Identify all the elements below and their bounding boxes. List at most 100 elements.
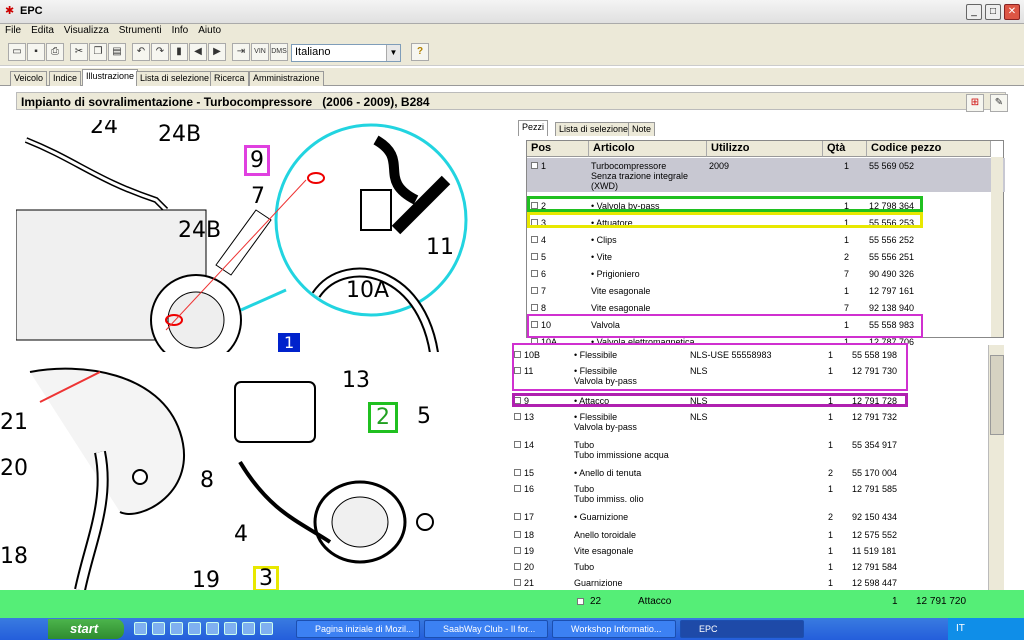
tab-lista-di-selezione[interactable]: Lista di selezione xyxy=(555,122,633,136)
back-arrow-icon[interactable]: ◀ xyxy=(189,43,207,61)
callout-21[interactable]: 21 xyxy=(0,410,28,435)
callout-8[interactable]: 8 xyxy=(200,468,214,493)
callout-5[interactable]: 5 xyxy=(417,404,431,429)
quicklaunch-icon[interactable] xyxy=(224,622,237,635)
row-checkbox[interactable] xyxy=(514,513,521,520)
table-row[interactable]: 17 • Guarnizione 2 92 150 434 xyxy=(510,509,988,525)
menu-visualizza[interactable]: Visualizza xyxy=(59,24,114,37)
row-checkbox[interactable] xyxy=(514,485,521,492)
scrollbar[interactable] xyxy=(991,157,1003,337)
table-row[interactable]: 19 Vite esagonale 1 11 519 181 xyxy=(510,543,988,559)
dms-button[interactable]: DMS xyxy=(270,43,288,61)
row-checkbox[interactable] xyxy=(514,563,521,570)
language-indicator[interactable]: IT xyxy=(956,623,965,634)
menu-edita[interactable]: Edita xyxy=(26,24,59,37)
col-utilizzo[interactable]: Utilizzo xyxy=(707,141,823,157)
callout-2[interactable]: 2 xyxy=(368,402,398,433)
col-codice[interactable]: Codice pezzo xyxy=(867,141,991,157)
quicklaunch-icon[interactable] xyxy=(188,622,201,635)
row-checkbox[interactable] xyxy=(514,579,521,586)
help-icon[interactable]: ? xyxy=(411,43,429,61)
quicklaunch-icon[interactable] xyxy=(260,622,273,635)
table-row[interactable]: 18 Anello toroidale 1 12 575 552 xyxy=(510,527,988,543)
open-icon[interactable]: ▭ xyxy=(8,43,26,61)
row-checkbox[interactable] xyxy=(531,304,538,311)
bookmark-icon[interactable]: ▮ xyxy=(170,43,188,61)
callout-24b-top[interactable]: 24B xyxy=(158,122,201,147)
menu-aiuto[interactable]: Aiuto xyxy=(193,24,226,37)
menu-info[interactable]: Info xyxy=(167,24,194,37)
tab-veicolo[interactable]: Veicolo xyxy=(10,71,48,86)
scrollbar-zoom[interactable] xyxy=(988,345,1004,590)
callout-11[interactable]: 11 xyxy=(426,235,454,260)
callout-18[interactable]: 18 xyxy=(0,544,28,569)
quicklaunch-icon[interactable] xyxy=(206,622,219,635)
language-select[interactable]: Italiano ▼ xyxy=(291,44,401,62)
col-pos[interactable]: Pos xyxy=(527,141,589,157)
col-qta[interactable]: Qtà xyxy=(823,141,867,157)
start-button[interactable]: start xyxy=(48,619,124,639)
print-icon[interactable]: ⎙ xyxy=(46,43,64,61)
minimize-button[interactable]: _ xyxy=(966,4,982,20)
table-row[interactable]: 4 • Clips 1 55 556 252 xyxy=(527,232,1005,248)
maximize-button[interactable]: □ xyxy=(985,4,1001,20)
add-to-list-icon[interactable]: ⊞ xyxy=(966,94,984,112)
redo-icon[interactable]: ↷ xyxy=(151,43,169,61)
row-checkbox[interactable] xyxy=(531,270,538,277)
tab-pezzi[interactable]: Pezzi xyxy=(518,120,549,136)
row-checkbox[interactable] xyxy=(514,531,521,538)
row-checkbox[interactable] xyxy=(531,253,538,260)
callout-24[interactable]: 24 xyxy=(90,120,118,139)
table-row[interactable]: 5 • Vite 2 55 556 251 xyxy=(527,249,1005,265)
menu-strumenti[interactable]: Strumenti xyxy=(114,24,167,37)
tab-lista-selezione[interactable]: Lista di selezione xyxy=(136,71,214,86)
edit-note-icon[interactable]: ✎ xyxy=(990,94,1008,112)
tab-note[interactable]: Note xyxy=(628,122,656,136)
quicklaunch-icon[interactable] xyxy=(170,622,183,635)
undo-icon[interactable]: ↶ xyxy=(132,43,150,61)
table-row[interactable]: 14 Tubo Tubo immissione acqua 1 55 354 917 xyxy=(510,437,988,461)
row-checkbox[interactable] xyxy=(531,162,538,169)
table-row[interactable]: 21 Guarnizione 1 12 598 447 xyxy=(510,575,988,591)
save-icon[interactable]: ▪ xyxy=(27,43,45,61)
table-row[interactable]: 16 Tubo Tubo immiss. olio 1 12 791 585 xyxy=(510,481,988,505)
table-row[interactable]: 1 Turbocompressore Senza trazione integra… xyxy=(527,158,1005,192)
task-mozilla[interactable]: Pagina iniziale di Mozil... xyxy=(296,620,420,638)
task-workshop[interactable]: Workshop Informatio... xyxy=(552,620,676,638)
paste-icon[interactable]: ▤ xyxy=(108,43,126,61)
menu-file[interactable]: File xyxy=(0,24,26,37)
tab-amministrazione[interactable]: Amministrazione xyxy=(249,71,324,86)
scroll-thumb[interactable] xyxy=(990,355,1004,435)
callout-13[interactable]: 13 xyxy=(342,368,370,393)
callout-10a[interactable]: 10A xyxy=(346,278,389,303)
row-checkbox[interactable] xyxy=(514,413,521,420)
quicklaunch-icon[interactable] xyxy=(134,622,147,635)
row-checkbox[interactable] xyxy=(577,598,584,605)
callout-1[interactable]: 1 xyxy=(278,333,301,352)
task-saabway[interactable]: SaabWay Club - Il for... xyxy=(424,620,548,638)
col-articolo[interactable]: Articolo xyxy=(589,141,707,157)
close-button[interactable]: ✕ xyxy=(1004,4,1020,20)
row-checkbox[interactable] xyxy=(514,547,521,554)
row-checkbox[interactable] xyxy=(531,287,538,294)
copy-icon[interactable]: ❐ xyxy=(89,43,107,61)
quicklaunch-icon[interactable] xyxy=(242,622,255,635)
callout-3[interactable]: 3 xyxy=(253,566,279,592)
vin-button[interactable]: VIN xyxy=(251,43,269,61)
table-row[interactable]: 7 Vite esagonale 1 12 797 161 xyxy=(527,283,1005,299)
task-epc[interactable]: EPC xyxy=(680,620,804,638)
table-row[interactable]: 15 • Anello di tenuta 2 55 170 004 xyxy=(510,465,988,481)
table-row[interactable]: 13 • Flessibile Valvola by-pass NLS 1 12 791… xyxy=(510,409,988,433)
row-checkbox[interactable] xyxy=(531,236,538,243)
row-checkbox[interactable] xyxy=(514,469,521,476)
callout-9[interactable]: 9 xyxy=(244,145,270,176)
callout-20[interactable]: 20 xyxy=(0,456,28,481)
quicklaunch-icon[interactable] xyxy=(152,622,165,635)
export-icon[interactable]: ⇥ xyxy=(232,43,250,61)
row-checkbox[interactable] xyxy=(514,441,521,448)
tab-illustrazione[interactable]: Illustrazione xyxy=(82,69,139,86)
cut-icon[interactable]: ✂ xyxy=(70,43,88,61)
callout-7[interactable]: 7 xyxy=(251,184,265,209)
tab-ricerca[interactable]: Ricerca xyxy=(210,71,249,86)
callout-24b[interactable]: 24B xyxy=(178,218,221,243)
